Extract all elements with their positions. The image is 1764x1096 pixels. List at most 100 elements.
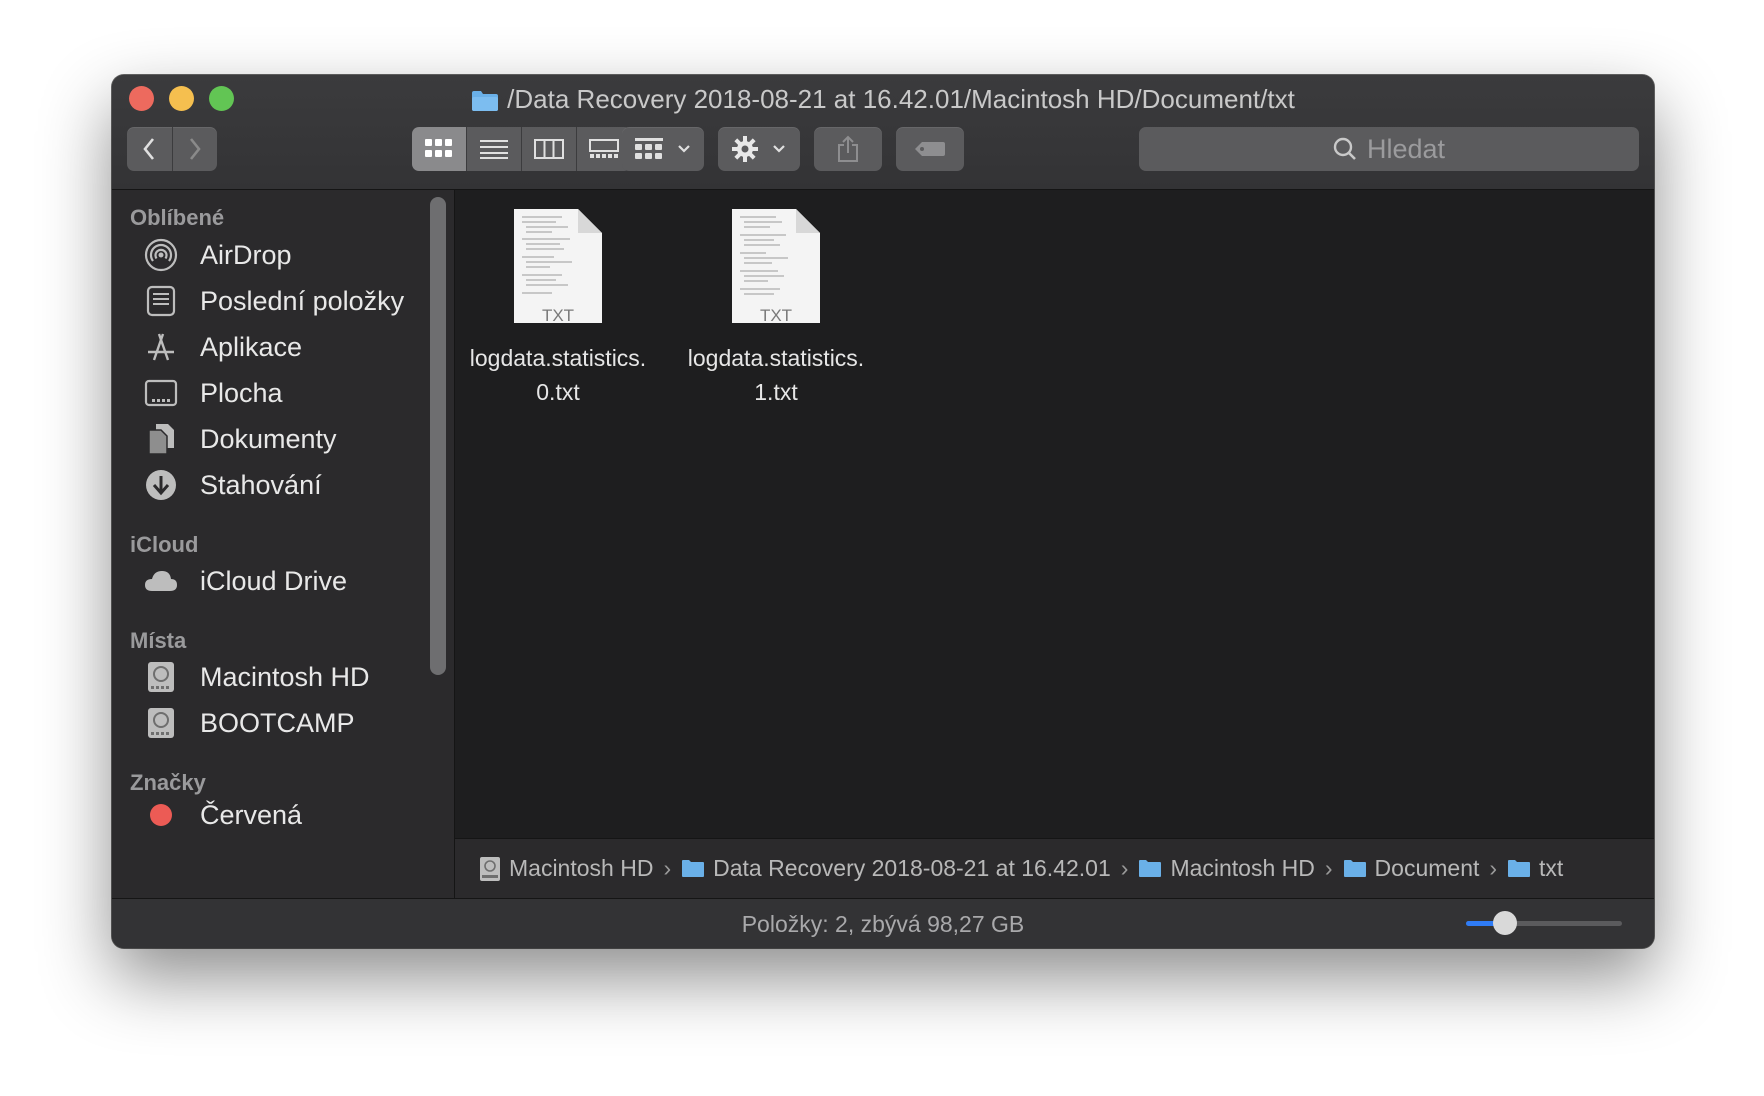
sidebar-item-macintosh-hd[interactable]: Macintosh HD (142, 657, 370, 697)
path-label: Document (1374, 855, 1480, 881)
cloud-icon (142, 562, 180, 600)
folder-icon (1343, 860, 1366, 877)
window-title: /Data Recovery 2018-08-21 at 16.42.01/Ma… (112, 83, 1654, 119)
file-type-badge: TXT (759, 306, 793, 325)
txt-document-icon: TXT (730, 207, 822, 325)
path-item[interactable]: Data Recovery 2018-08-21 at 16.42.01 (681, 855, 1111, 882)
list-view-button[interactable] (467, 127, 522, 171)
path-label: Data Recovery 2018-08-21 at 16.42.01 (713, 855, 1111, 881)
path-separator: › (663, 855, 672, 881)
chevron-down-icon (773, 145, 785, 153)
slider-knob[interactable] (1493, 911, 1517, 935)
file-type-badge: TXT (541, 306, 575, 325)
sidebar-item-bootcamp[interactable]: BOOTCAMP (142, 703, 355, 743)
airdrop-icon (142, 236, 180, 274)
titlebar: /Data Recovery 2018-08-21 at 16.42.01/Ma… (112, 75, 1654, 190)
group-icon (635, 138, 663, 159)
chevron-left-icon (143, 138, 155, 160)
back-button[interactable] (127, 127, 173, 171)
sidebar-section-icloud: iCloud (130, 532, 199, 557)
search-icon (1333, 137, 1356, 160)
status-text: Položky: 2, zbývá 98,27 GB (741, 911, 1025, 937)
columns-icon (534, 139, 564, 159)
action-button[interactable] (718, 127, 800, 171)
red-tag-icon (142, 796, 180, 834)
path-item[interactable]: txt (1507, 855, 1563, 882)
chevron-right-icon (189, 138, 201, 160)
path-label: Macintosh HD (1170, 855, 1315, 881)
sidebar-section-tags: Značky (130, 770, 206, 795)
file-item[interactable]: TXT logdata.statistics. 1.txt (676, 207, 876, 409)
sidebar-item-label: Aplikace (200, 331, 303, 362)
sidebar-item-documents[interactable]: Dokumenty (142, 419, 337, 459)
gallery-icon (589, 139, 619, 158)
path-separator: › (1324, 855, 1333, 881)
sidebar-item-label: Poslední položky (200, 285, 405, 316)
share-button[interactable] (814, 127, 882, 171)
sidebar-section-places: Místa (130, 628, 187, 653)
chevron-down-icon (678, 145, 690, 153)
group-button[interactable] (622, 127, 704, 171)
sidebar-item-red-tag[interactable]: Červená (142, 795, 302, 835)
tag-icon (915, 142, 945, 156)
sidebar-item-label: Plocha (200, 377, 283, 408)
file-area: TXT logdata.statistics. 0.txt TXT logdat… (455, 190, 1654, 838)
sidebar-item-label: BOOTCAMP (200, 707, 355, 738)
applications-icon (142, 328, 180, 366)
path-item[interactable]: Document (1343, 855, 1480, 882)
downloads-icon (142, 466, 180, 504)
search-placeholder: Hledat (1366, 133, 1446, 164)
disk-icon (142, 658, 180, 696)
file-name-line: 1.txt (754, 379, 798, 405)
finder-window: /Data Recovery 2018-08-21 at 16.42.01/Ma… (112, 75, 1654, 948)
gear-icon (732, 136, 758, 162)
sidebar-item-label: Dokumenty (200, 423, 337, 454)
sidebar-item-label: Červená (200, 799, 303, 830)
status-bar: Položky: 2, zbývá 98,27 GB (112, 898, 1654, 948)
recents-icon (142, 282, 180, 320)
view-switcher (412, 127, 631, 171)
file-name-line: logdata.statistics. (687, 345, 865, 371)
path-item[interactable]: Macintosh HD (1138, 855, 1315, 882)
folder-icon (682, 860, 705, 877)
folder-icon (1139, 860, 1162, 877)
path-separator: › (1120, 855, 1129, 881)
path-separator: › (1489, 855, 1498, 881)
sidebar: Oblíbené AirDrop Poslední položky Aplika… (112, 190, 422, 898)
list-icon (480, 140, 508, 159)
folder-icon (1508, 860, 1531, 877)
file-name-line: logdata.statistics. (469, 345, 647, 371)
column-view-button[interactable] (522, 127, 577, 171)
file-name-line: 0.txt (536, 379, 580, 405)
path-bar: Macintosh HD › Data Recovery 2018-08-21 … (455, 838, 1654, 898)
forward-button[interactable] (173, 127, 218, 171)
disk-icon (142, 704, 180, 742)
search-field[interactable]: Hledat (1139, 127, 1639, 171)
grid-icon (425, 139, 452, 157)
sidebar-item-label: iCloud Drive (200, 565, 348, 596)
nav-buttons (127, 127, 217, 171)
desktop-icon (142, 374, 180, 412)
sidebar-item-airdrop[interactable]: AirDrop (142, 235, 292, 275)
sidebar-item-label: Stahování (200, 469, 322, 500)
sidebar-item-desktop[interactable]: Plocha (142, 373, 283, 413)
sidebar-scrollbar[interactable] (430, 197, 446, 675)
sidebar-item-label: Macintosh HD (200, 661, 370, 692)
sidebar-item-applications[interactable]: Aplikace (142, 327, 302, 367)
icon-view-button[interactable] (412, 127, 467, 171)
folder-icon (471, 87, 499, 119)
path-item[interactable]: Macintosh HD (479, 855, 653, 882)
sidebar-section-favorites: Oblíbené (130, 205, 225, 230)
sidebar-item-downloads[interactable]: Stahování (142, 465, 322, 505)
sidebar-item-icloud-drive[interactable]: iCloud Drive (142, 561, 347, 601)
txt-document-icon: TXT (512, 207, 604, 325)
path-label: Macintosh HD (509, 855, 654, 881)
window-title-text: /Data Recovery 2018-08-21 at 16.42.01/Ma… (507, 84, 1295, 114)
sidebar-item-label: AirDrop (200, 239, 292, 270)
file-item[interactable]: TXT logdata.statistics. 0.txt (458, 207, 658, 409)
documents-icon (142, 420, 180, 458)
disk-icon (480, 856, 500, 881)
sidebar-item-recents[interactable]: Poslední položky (142, 281, 404, 321)
icon-size-slider[interactable] (1466, 911, 1622, 935)
tag-button[interactable] (896, 127, 964, 171)
